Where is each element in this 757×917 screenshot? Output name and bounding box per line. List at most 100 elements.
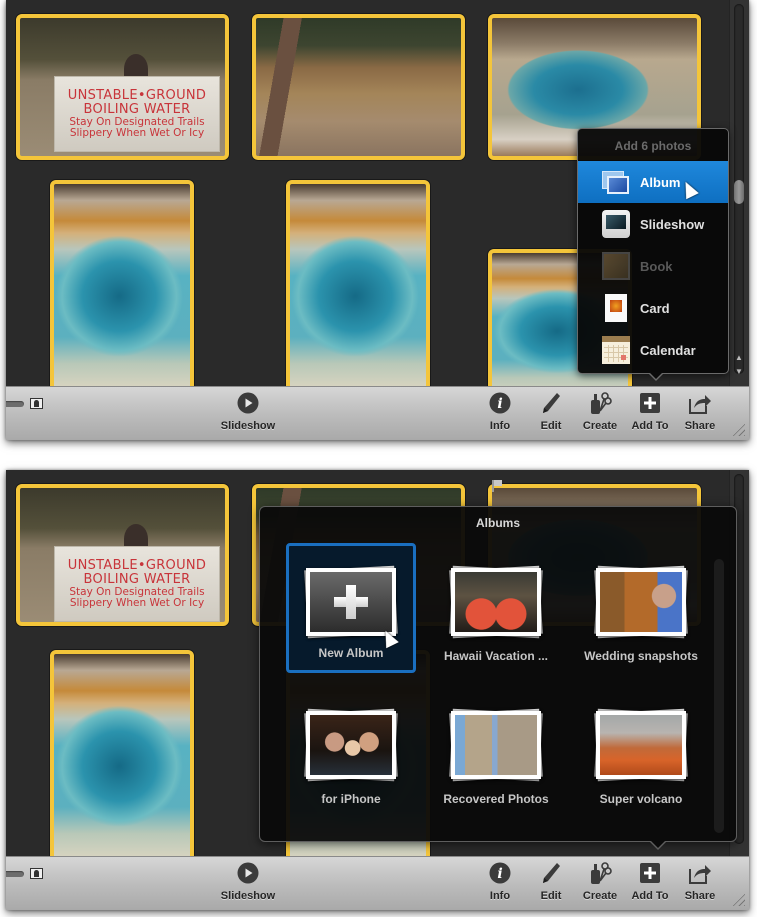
- add-to-menu-header: Add 6 photos: [614, 139, 692, 153]
- toolbar-label: Edit: [540, 890, 562, 902]
- sign-board: UNSTABLE•GROUND BOILING WATER Stay On De…: [54, 76, 220, 152]
- toolbar-label: Edit: [540, 420, 562, 432]
- scroll-up-arrow-icon[interactable]: ▲: [734, 352, 744, 364]
- menu-item-label: Slideshow: [640, 216, 705, 232]
- create-button[interactable]: Create: [573, 391, 627, 437]
- slideshow-button[interactable]: Slideshow: [221, 391, 275, 437]
- photo-browser: UNSTABLE•GROUND BOILING WATER Stay On De…: [6, 470, 749, 856]
- vertical-scrollbar[interactable]: ▲ ▼: [729, 0, 749, 386]
- album-name: for iPhone: [321, 792, 381, 806]
- toolbar-label: Share: [684, 890, 716, 902]
- toolbar-label: Create: [582, 420, 618, 432]
- album-cover-image: [455, 572, 537, 632]
- create-button[interactable]: Create: [573, 861, 627, 907]
- edit-button[interactable]: Edit: [524, 861, 578, 907]
- share-arrow-icon: [688, 861, 712, 885]
- scroll-down-arrow-icon[interactable]: ▼: [734, 366, 744, 378]
- album-cover-image: [310, 715, 392, 775]
- menu-item-slideshow[interactable]: Slideshow: [578, 203, 728, 245]
- bottom-toolbar: Slideshow i Info Edit Create Add To Shar…: [6, 386, 749, 440]
- menu-item-label: Calendar: [640, 342, 696, 358]
- album-icon: [602, 168, 630, 196]
- slideshow-button[interactable]: Slideshow: [221, 861, 275, 907]
- toolbar-label: Info: [489, 890, 511, 902]
- glue-scissors-icon: [588, 391, 612, 415]
- album-name: Super volcano: [599, 792, 683, 806]
- toolbar-label: Add To: [631, 890, 669, 902]
- photo-thumbnail-tall-1[interactable]: [50, 180, 194, 386]
- photo-thumbnail-sign[interactable]: UNSTABLE•GROUND BOILING WATER Stay On De…: [16, 484, 229, 626]
- slideshow-icon: [602, 210, 630, 238]
- pencil-icon: [539, 391, 563, 415]
- info-button[interactable]: i Info: [473, 861, 527, 907]
- album-hawaii-vacation[interactable]: Hawaii Vacation ...: [431, 546, 561, 676]
- album-super-volcano[interactable]: Super volcano: [576, 689, 706, 819]
- menu-item-label: Album: [640, 174, 681, 190]
- zoom-slider[interactable]: [6, 401, 24, 407]
- play-icon: [236, 861, 260, 885]
- svg-text:i: i: [497, 866, 502, 882]
- add-to-button[interactable]: Add To: [623, 861, 677, 907]
- share-button[interactable]: Share: [673, 391, 727, 437]
- toolbar-label: Share: [684, 420, 716, 432]
- toolbar-label: Add To: [631, 420, 669, 432]
- album-cover-stack: [594, 708, 688, 782]
- album-name: Hawaii Vacation ...: [443, 649, 549, 663]
- iphoto-window-albums-panel: UNSTABLE•GROUND BOILING WATER Stay On De…: [6, 470, 749, 910]
- add-to-button[interactable]: Add To: [623, 391, 677, 437]
- zoom-slider[interactable]: [6, 871, 24, 877]
- album-new-album[interactable]: New Album: [286, 543, 416, 673]
- sign-line: UNSTABLE•GROUND: [67, 88, 207, 104]
- add-to-popup-menu: Add 6 photos Album Slideshow Book Card C…: [577, 128, 729, 381]
- toolbar-label: Info: [489, 420, 511, 432]
- albums-scrollbar[interactable]: [714, 559, 724, 833]
- menu-item-card[interactable]: Card: [578, 287, 728, 329]
- photo-thumbnail-boardwalk[interactable]: [252, 14, 465, 160]
- toolbar-label: Create: [582, 890, 618, 902]
- album-for-iphone[interactable]: for iPhone: [286, 689, 416, 819]
- menu-item-book: Book: [578, 245, 728, 287]
- sign-line: Slippery When Wet Or Icy: [69, 596, 205, 609]
- album-cover-stack: [304, 565, 398, 639]
- info-icon: i: [488, 861, 512, 885]
- sign-line: Stay On Designated Trails: [69, 585, 205, 598]
- sign-line: BOILING WATER: [83, 101, 191, 117]
- bottom-toolbar: Slideshow i Info Edit Create Add To Shar…: [6, 856, 749, 910]
- card-icon: [605, 294, 627, 322]
- flag-icon: [492, 480, 502, 492]
- menu-item-calendar[interactable]: Calendar: [578, 329, 728, 371]
- svg-text:i: i: [497, 396, 502, 412]
- window-resize-grip[interactable]: [731, 892, 745, 906]
- sign-line: BOILING WATER: [83, 571, 191, 587]
- menu-item-album[interactable]: Album: [578, 161, 728, 203]
- albums-popup-panel: Albums New Album Hawaii Vacation ... Wed…: [259, 506, 737, 850]
- book-icon: [602, 252, 630, 280]
- photo-thumbnail-tall-2[interactable]: [286, 180, 430, 386]
- album-cover-stack: [304, 708, 398, 782]
- edit-button[interactable]: Edit: [524, 391, 578, 437]
- album-cover-stack: [594, 565, 688, 639]
- album-cover-stack: [449, 565, 543, 639]
- album-cover-image: [600, 572, 682, 632]
- albums-panel-title: Albums: [475, 516, 520, 530]
- share-button[interactable]: Share: [673, 861, 727, 907]
- plus-square-icon: [638, 861, 662, 885]
- menu-item-label: Book: [640, 258, 673, 274]
- album-name: New Album: [318, 646, 384, 660]
- glue-scissors-icon: [588, 861, 612, 885]
- album-name: Wedding snapshots: [584, 649, 698, 663]
- album-recovered-photos[interactable]: Recovered Photos: [431, 689, 561, 819]
- info-icon: i: [488, 391, 512, 415]
- info-button[interactable]: i Info: [473, 391, 527, 437]
- sign-line: UNSTABLE•GROUND: [67, 558, 207, 574]
- photo-thumbnail-sign[interactable]: UNSTABLE•GROUND BOILING WATER Stay On De…: [16, 14, 229, 160]
- scroll-thumb[interactable]: [734, 180, 744, 204]
- sign-board: UNSTABLE•GROUND BOILING WATER Stay On De…: [54, 546, 220, 622]
- window-resize-grip[interactable]: [731, 422, 745, 436]
- toolbar-label: Slideshow: [220, 890, 276, 902]
- calendar-icon: [602, 336, 630, 364]
- photo-thumbnail-tall-1[interactable]: [50, 650, 194, 856]
- album-wedding-snapshots[interactable]: Wedding snapshots: [576, 546, 706, 676]
- share-arrow-icon: [688, 391, 712, 415]
- album-cover-stack: [449, 708, 543, 782]
